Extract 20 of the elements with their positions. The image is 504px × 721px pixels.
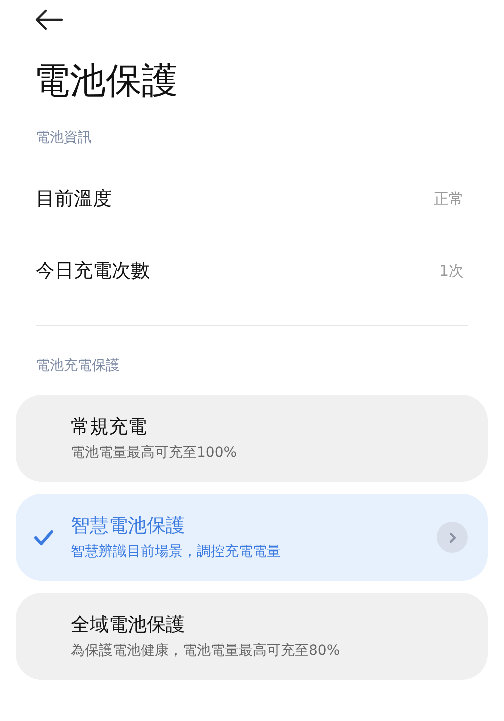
page-title: 電池保護 — [34, 60, 178, 104]
option-description: 電池電量最高可充至100% — [71, 444, 238, 464]
chevron-right-icon — [448, 532, 456, 544]
section-label: 電池充電保護 — [36, 357, 120, 376]
option-title: 常規充電 — [71, 414, 147, 440]
section-label: 電池資訊 — [36, 129, 92, 148]
row-value: 正常 — [434, 188, 464, 210]
row-label: 今日充電次數 — [36, 258, 150, 284]
row-label: 目前溫度 — [36, 186, 112, 212]
option-description: 為保護電池健康，電池電量最高可充至80% — [71, 642, 340, 662]
checkmark-icon — [34, 530, 54, 546]
details-button[interactable] — [437, 522, 468, 553]
charging-option[interactable]: 智慧電池保護 智慧辨識目前場景，調控充電電量 — [16, 494, 488, 581]
row-value: 1次 — [439, 260, 464, 282]
option-title: 智慧電池保護 — [71, 514, 185, 539]
back-arrow-icon — [34, 9, 64, 31]
charging-option[interactable]: 全域電池保護 為保護電池健康，電池電量最高可充至80% — [16, 593, 488, 680]
option-description: 智慧辨識目前場景，調控充電電量 — [71, 543, 281, 562]
option-title: 全域電池保護 — [71, 612, 185, 638]
charging-option[interactable]: 常規充電 電池電量最高可充至100% — [16, 395, 488, 482]
